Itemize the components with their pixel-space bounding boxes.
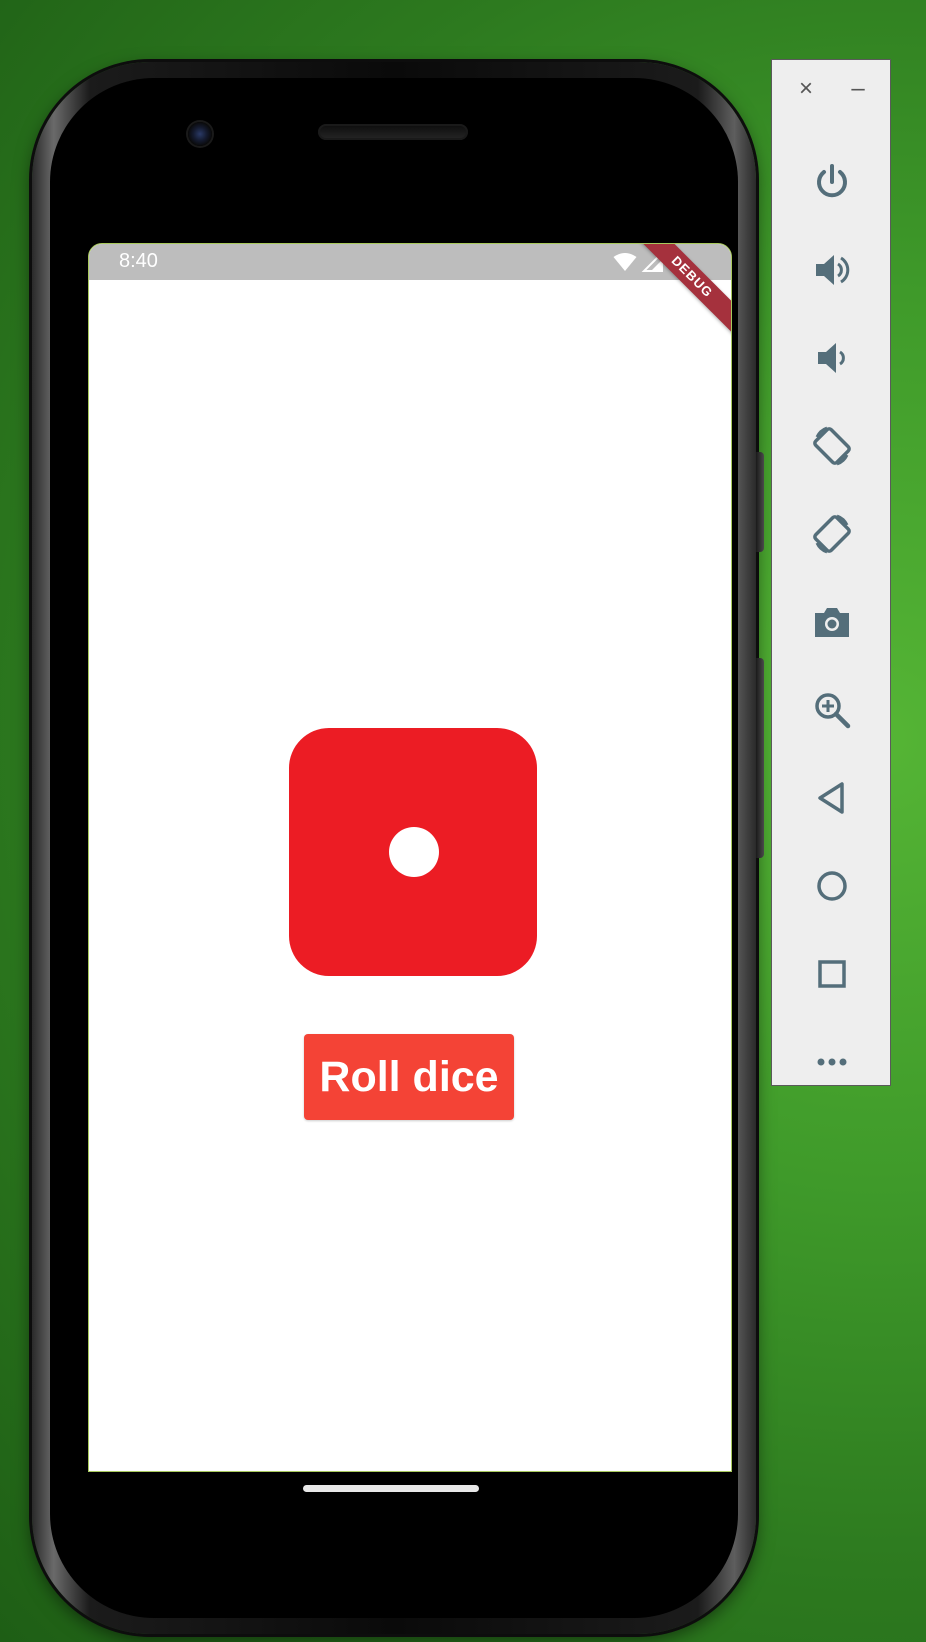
phone-volume-keys — [756, 658, 764, 858]
emulator-window-controls: × – — [772, 74, 892, 104]
front-camera — [188, 122, 212, 146]
volume-up-icon[interactable] — [802, 240, 862, 300]
minimize-icon[interactable]: – — [843, 74, 873, 104]
more-icon[interactable] — [802, 1032, 862, 1092]
overview-icon[interactable] — [802, 944, 862, 1004]
close-icon[interactable]: × — [791, 74, 821, 104]
status-bar: 8:40 DEBUG — [89, 244, 731, 338]
power-icon[interactable] — [802, 152, 862, 212]
wifi-icon — [613, 252, 637, 277]
earpiece-speaker — [318, 124, 468, 140]
dice-pip — [389, 827, 439, 877]
back-icon[interactable] — [802, 768, 862, 828]
device-screen: 8:40 DEBUG Roll dice — [88, 243, 732, 1472]
home-icon[interactable] — [802, 856, 862, 916]
home-indicator[interactable] — [303, 1485, 479, 1492]
phone-frame: 8:40 DEBUG Roll dice — [32, 62, 764, 1634]
volume-down-icon[interactable] — [802, 328, 862, 388]
phone-power-key — [756, 452, 764, 552]
camera-icon[interactable] — [802, 592, 862, 652]
phone-bezel: 8:40 DEBUG Roll dice — [50, 78, 738, 1618]
dice-image — [289, 728, 537, 976]
roll-dice-button[interactable]: Roll dice — [304, 1034, 514, 1120]
emulator-toolbar: × – — [771, 59, 891, 1086]
rotate-left-icon[interactable] — [802, 416, 862, 476]
status-time: 8:40 — [119, 250, 158, 272]
rotate-right-icon[interactable] — [802, 504, 862, 564]
zoom-icon[interactable] — [802, 680, 862, 740]
